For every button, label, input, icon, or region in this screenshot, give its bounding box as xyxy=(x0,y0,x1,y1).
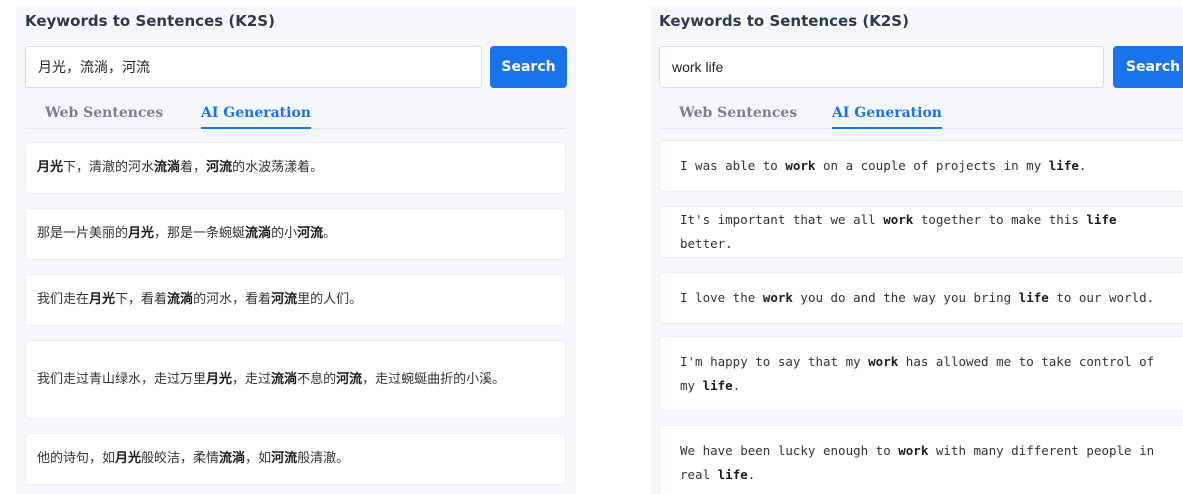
sentence-card[interactable]: It's important that we all work together… xyxy=(659,206,1183,258)
search-button[interactable]: Search xyxy=(490,46,567,88)
app-title: Keywords to Sentences (K2S) xyxy=(659,12,909,30)
sentence-text: 他的诗句，如月光般皎洁，柔情流淌，如河流般清澈。 xyxy=(37,447,349,471)
sentence-card[interactable]: 我们走在月光下，看着流淌的河水，看着河流里的人们。 xyxy=(25,274,566,326)
sentence-text: I was able to work on a couple of projec… xyxy=(680,154,1086,178)
sentence-segment: 里的人们。 xyxy=(297,292,363,307)
sentence-text: I'm happy to say that my work has allowe… xyxy=(680,350,1174,398)
sentence-card[interactable]: I was able to work on a couple of projec… xyxy=(659,140,1183,192)
sentence-segment: 的河水，看着 xyxy=(193,292,272,307)
sentence-segment: ，走过蜿蜒曲折的小溪。 xyxy=(362,371,506,387)
sentence-segment: on a couple of projects in my xyxy=(815,158,1049,173)
sentence-segment: . xyxy=(747,466,756,482)
sentence-card[interactable]: 我们走过青山绿水，走过万里月光，走过流淌不息的河流，走过蜿蜒曲折的小溪。 xyxy=(25,340,566,419)
sentence-text: I love the work you do and the way you b… xyxy=(680,286,1154,310)
tab-ai-generation[interactable]: AI Generation xyxy=(832,104,942,129)
keyword-highlight: 流淌 xyxy=(154,160,181,175)
sentence-card[interactable]: 月光下，清澈的河水流淌着，河流的水波荡漾着。 xyxy=(25,142,566,194)
search-button[interactable]: Search xyxy=(1113,46,1183,88)
search-input[interactable]: 月光，流淌，河流 xyxy=(25,46,482,88)
keyword-highlight: work xyxy=(868,353,899,369)
sentence-text: 月光下，清澈的河水流淌着，河流的水波荡漾着。 xyxy=(37,156,323,180)
keyword-highlight: life xyxy=(1048,158,1079,173)
keyword-highlight: 流淌 xyxy=(245,226,272,241)
sentence-segment: We have been lucky enough to xyxy=(680,442,899,458)
keyword-highlight: 流淌 xyxy=(271,371,298,387)
sentence-card[interactable]: 那是一片美丽的月光，那是一条蜿蜒流淌的小河流。 xyxy=(25,208,566,260)
keyword-highlight: work xyxy=(898,442,929,458)
sentence-segment: to our world. xyxy=(1048,290,1155,305)
sentence-segment: 他的诗句，如 xyxy=(37,451,116,466)
sentence-card[interactable]: 他的诗句，如月光般皎洁，柔情流淌，如河流般清澈。 xyxy=(25,433,566,485)
sentence-segment: 般清澈。 xyxy=(297,451,350,466)
sentence-segment: 般皎洁，柔情 xyxy=(141,451,220,466)
keyword-highlight: life xyxy=(1018,290,1049,305)
sentence-segment: 着， xyxy=(180,160,207,175)
keyword-highlight: work xyxy=(785,158,816,173)
sentence-text: We have been lucky enough to work with m… xyxy=(680,439,1174,487)
sentence-segment: 我们走在 xyxy=(37,292,90,307)
keyword-highlight: 河流 xyxy=(297,226,324,241)
search-input[interactable]: work life xyxy=(659,46,1104,88)
keyword-highlight: 月光 xyxy=(206,371,233,387)
sentence-segment: 我们走过青山绿水，走过万里 xyxy=(37,371,207,387)
k2s-panel-english: Keywords to Sentences (K2S) work life Se… xyxy=(650,6,1183,494)
keyword-highlight: 月光 xyxy=(37,160,64,175)
keyword-highlight: life xyxy=(702,377,733,393)
k2s-panel-chinese: Keywords to Sentences (K2S) 月光，流淌，河流 Sea… xyxy=(16,6,576,494)
keyword-highlight: 河流 xyxy=(271,451,298,466)
keyword-highlight: 河流 xyxy=(206,160,233,175)
sentence-card[interactable]: I love the work you do and the way you b… xyxy=(659,272,1183,324)
sentence-segment: 。 xyxy=(323,226,337,241)
keyword-highlight: work xyxy=(762,290,793,305)
sentence-card[interactable]: I'm happy to say that my work has allowe… xyxy=(659,336,1183,411)
sentence-segment: I was able to xyxy=(680,158,786,173)
tab-bar: Web Sentences AI Generation xyxy=(25,104,566,129)
keyword-highlight: life xyxy=(1086,212,1117,227)
sentence-segment: 的小 xyxy=(271,226,298,241)
sentence-segment: ，走过 xyxy=(232,371,272,387)
sentence-segment: It's important that we all xyxy=(680,212,884,227)
sentence-segment: together to make this xyxy=(913,212,1087,227)
sentence-segment: 那是一片美丽的 xyxy=(37,226,129,241)
sentence-card[interactable]: We have been lucky enough to work with m… xyxy=(659,425,1183,494)
keyword-highlight: 月光 xyxy=(89,292,116,307)
keyword-highlight: 流淌 xyxy=(167,292,194,307)
tab-ai-generation[interactable]: AI Generation xyxy=(201,104,311,129)
sentence-text: 那是一片美丽的月光，那是一条蜿蜒流淌的小河流。 xyxy=(37,222,336,246)
tab-web-sentences[interactable]: Web Sentences xyxy=(679,104,797,128)
sentence-segment: 下，看着 xyxy=(115,292,168,307)
keyword-highlight: 月光 xyxy=(128,226,155,241)
sentence-text: It's important that we all work together… xyxy=(680,208,1174,256)
keyword-highlight: life xyxy=(717,466,748,482)
sentence-text: 我们走过青山绿水，走过万里月光，走过流淌不息的河流，走过蜿蜒曲折的小溪。 xyxy=(37,368,505,392)
sentence-segment: you do and the way you bring xyxy=(792,290,1019,305)
sentence-segment: better. xyxy=(680,236,733,251)
sentence-segment: ，如 xyxy=(245,451,272,466)
sentence-segment: I'm happy to say that my xyxy=(680,353,869,369)
sentence-segment: . xyxy=(1078,158,1087,173)
sentence-segment: 下，清澈的河水 xyxy=(63,160,155,175)
sentence-segment: ，那是一条蜿蜒 xyxy=(154,226,246,241)
sentence-segment: 的水波荡漾着。 xyxy=(232,160,324,175)
keyword-highlight: work xyxy=(883,212,914,227)
keyword-highlight: 月光 xyxy=(115,451,142,466)
sentence-segment: 不息的 xyxy=(297,371,337,387)
keyword-highlight: 河流 xyxy=(336,371,363,387)
sentence-segment: I love the xyxy=(680,290,763,305)
tab-web-sentences[interactable]: Web Sentences xyxy=(45,104,163,128)
sentence-text: 我们走在月光下，看着流淌的河水，看着河流里的人们。 xyxy=(37,288,362,312)
tab-bar: Web Sentences AI Generation xyxy=(659,104,1183,129)
keyword-highlight: 流淌 xyxy=(219,451,246,466)
sentence-segment: . xyxy=(732,377,741,393)
app-title: Keywords to Sentences (K2S) xyxy=(25,12,275,30)
keyword-highlight: 河流 xyxy=(271,292,298,307)
